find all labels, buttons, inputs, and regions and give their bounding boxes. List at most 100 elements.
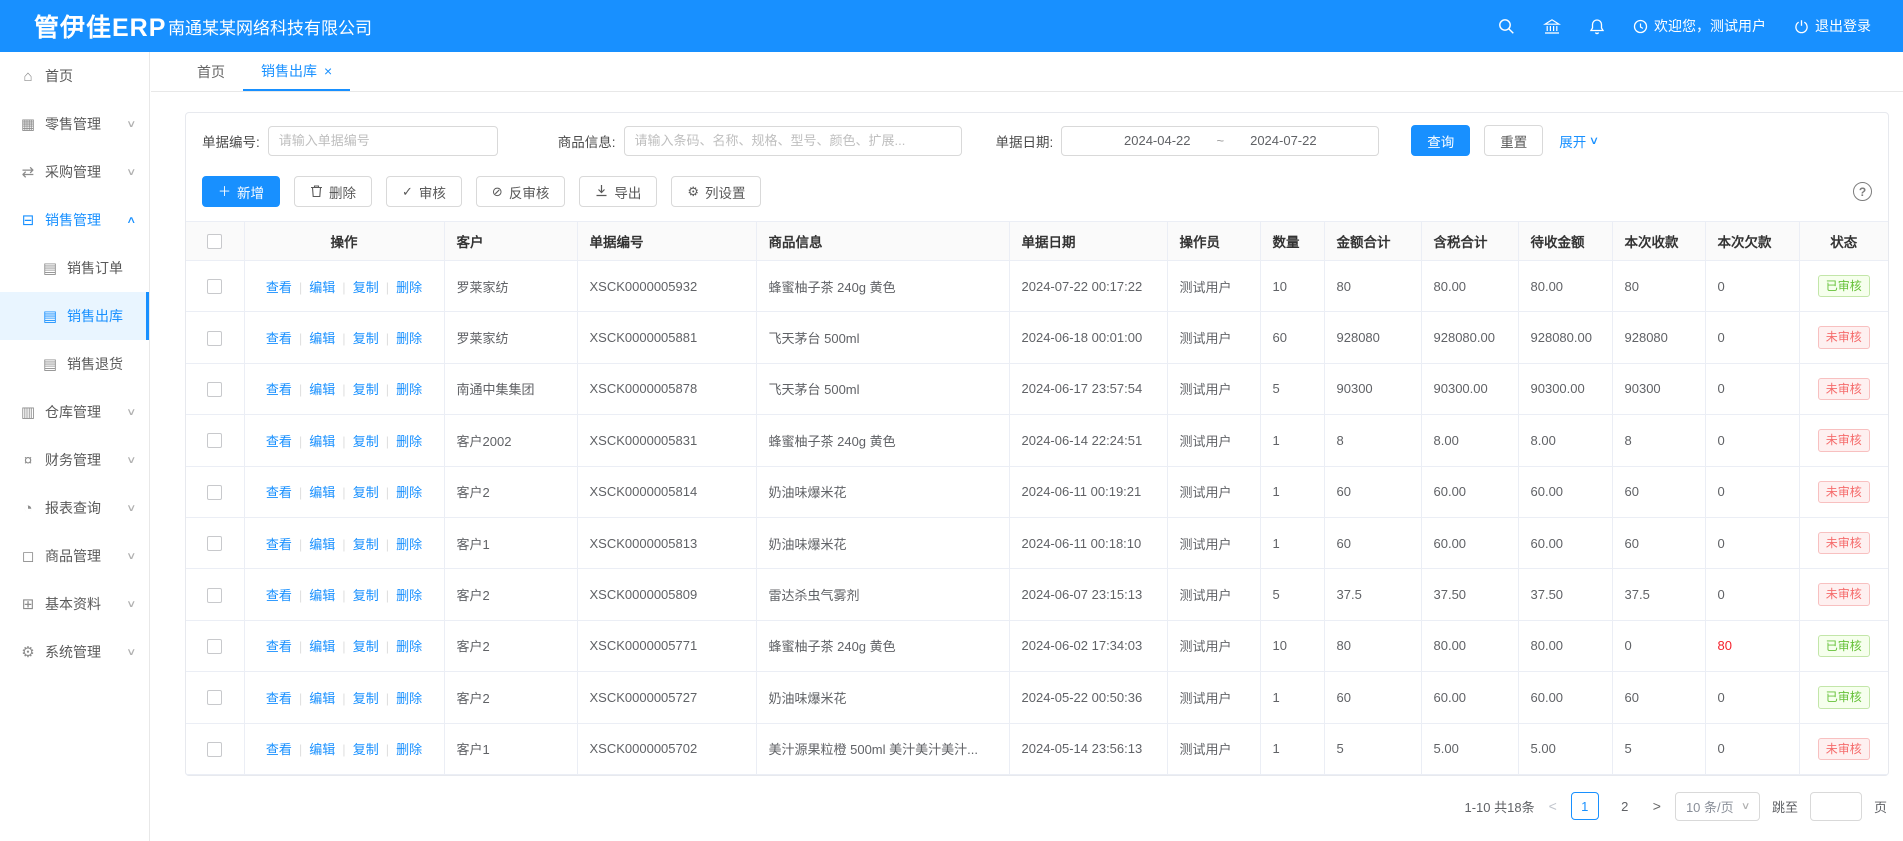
action-view[interactable]: 查看 bbox=[266, 639, 292, 654]
action-view[interactable]: 查看 bbox=[266, 331, 292, 346]
page-button-1[interactable]: 1 bbox=[1571, 792, 1599, 820]
product-info-input[interactable] bbox=[624, 126, 962, 156]
row-checkbox[interactable] bbox=[207, 382, 222, 397]
page-button-2[interactable]: 2 bbox=[1611, 792, 1639, 820]
help-icon[interactable]: ? bbox=[1853, 182, 1872, 201]
action-delete[interactable]: 删除 bbox=[396, 485, 422, 500]
sidebar-item-home[interactable]: ⌂首页 bbox=[0, 52, 149, 100]
action-copy[interactable]: 复制 bbox=[353, 382, 379, 397]
action-delete[interactable]: 删除 bbox=[396, 382, 422, 397]
action-view[interactable]: 查看 bbox=[266, 691, 292, 706]
sidebar-item-warehouse[interactable]: ▥仓库管理∨ bbox=[0, 388, 149, 436]
action-view[interactable]: 查看 bbox=[266, 280, 292, 295]
bell-icon[interactable] bbox=[1589, 18, 1605, 35]
action-copy[interactable]: 复制 bbox=[353, 434, 379, 449]
tab-home[interactable]: 首页 bbox=[179, 52, 243, 91]
action-delete[interactable]: 删除 bbox=[396, 537, 422, 552]
search-icon[interactable] bbox=[1498, 18, 1515, 35]
unaudit-button[interactable]: ⊘ 反审核 bbox=[476, 176, 565, 207]
row-checkbox[interactable] bbox=[207, 279, 222, 294]
action-copy[interactable]: 复制 bbox=[353, 485, 379, 500]
action-separator: | bbox=[386, 639, 389, 654]
date-from-value[interactable]: 2024-04-22 bbox=[1124, 133, 1191, 148]
logout-button[interactable]: 退出登录 bbox=[1794, 16, 1871, 36]
doc-icon: ▤ bbox=[42, 307, 58, 325]
action-delete[interactable]: 删除 bbox=[396, 331, 422, 346]
action-edit[interactable]: 编辑 bbox=[309, 382, 335, 397]
date-to-value[interactable]: 2024-07-22 bbox=[1250, 133, 1317, 148]
action-edit[interactable]: 编辑 bbox=[309, 485, 335, 500]
action-delete[interactable]: 删除 bbox=[396, 434, 422, 449]
action-view[interactable]: 查看 bbox=[266, 382, 292, 397]
action-view[interactable]: 查看 bbox=[266, 485, 292, 500]
sidebar-item-finance[interactable]: ¤财务管理∨ bbox=[0, 436, 149, 484]
sidebar-item-sales[interactable]: ⊟销售管理∧ bbox=[0, 196, 149, 244]
action-edit[interactable]: 编辑 bbox=[309, 588, 335, 603]
reset-button[interactable]: 重置 bbox=[1484, 125, 1543, 156]
sidebar-item-purchase[interactable]: ⇄采购管理∨ bbox=[0, 148, 149, 196]
action-copy[interactable]: 复制 bbox=[353, 331, 379, 346]
action-edit[interactable]: 编辑 bbox=[309, 434, 335, 449]
row-checkbox[interactable] bbox=[207, 690, 222, 705]
welcome-user[interactable]: 欢迎您，测试用户 bbox=[1633, 16, 1766, 36]
close-icon[interactable]: × bbox=[324, 63, 332, 79]
action-delete[interactable]: 删除 bbox=[396, 742, 422, 757]
action-copy[interactable]: 复制 bbox=[353, 742, 379, 757]
sidebar-item-basic-data[interactable]: ⊞基本资料∨ bbox=[0, 580, 149, 628]
action-copy[interactable]: 复制 bbox=[353, 588, 379, 603]
action-edit[interactable]: 编辑 bbox=[309, 537, 335, 552]
column-settings-button[interactable]: ⚙ 列设置 bbox=[671, 176, 761, 207]
action-view[interactable]: 查看 bbox=[266, 537, 292, 552]
action-view[interactable]: 查看 bbox=[266, 742, 292, 757]
search-button[interactable]: 查询 bbox=[1411, 125, 1470, 156]
audit-button[interactable]: ✓ 审核 bbox=[386, 176, 462, 207]
action-delete[interactable]: 删除 bbox=[396, 588, 422, 603]
action-view[interactable]: 查看 bbox=[266, 434, 292, 449]
sidebar-item-sales-order[interactable]: ▤销售订单 bbox=[0, 244, 149, 292]
action-edit[interactable]: 编辑 bbox=[309, 280, 335, 295]
sidebar-item-goods[interactable]: ◻商品管理∨ bbox=[0, 532, 149, 580]
action-view[interactable]: 查看 bbox=[266, 588, 292, 603]
action-copy[interactable]: 复制 bbox=[353, 280, 379, 295]
action-delete[interactable]: 删除 bbox=[396, 280, 422, 295]
next-page-button[interactable]: > bbox=[1651, 798, 1663, 814]
action-copy[interactable]: 复制 bbox=[353, 537, 379, 552]
row-checkbox[interactable] bbox=[207, 536, 222, 551]
action-edit[interactable]: 编辑 bbox=[309, 742, 335, 757]
row-checkbox[interactable] bbox=[207, 742, 222, 757]
jump-input[interactable] bbox=[1810, 792, 1862, 821]
row-checkbox[interactable] bbox=[207, 639, 222, 654]
sidebar-item-system[interactable]: ⚙系统管理∨ bbox=[0, 628, 149, 676]
row-checkbox[interactable] bbox=[207, 331, 222, 346]
welcome-text: 欢迎您，测试用户 bbox=[1654, 16, 1766, 36]
sidebar-item-label: 商品管理 bbox=[45, 546, 101, 566]
row-checkbox[interactable] bbox=[207, 433, 222, 448]
row-checkbox[interactable] bbox=[207, 588, 222, 603]
delete-button[interactable]: 删除 bbox=[294, 176, 372, 207]
action-delete[interactable]: 删除 bbox=[396, 691, 422, 706]
add-button[interactable]: ＋ 新增 bbox=[202, 176, 280, 207]
page-size-select[interactable]: 10 条/页 ∨ bbox=[1675, 792, 1760, 821]
export-button[interactable]: 导出 bbox=[579, 176, 657, 207]
action-copy[interactable]: 复制 bbox=[353, 691, 379, 706]
sidebar-item-label: 仓库管理 bbox=[45, 402, 101, 422]
chevron-down-icon: ∨ bbox=[126, 119, 153, 130]
sidebar-item-sales-return[interactable]: ▤销售退货 bbox=[0, 340, 149, 388]
prev-page-button[interactable]: < bbox=[1547, 798, 1559, 814]
action-delete[interactable]: 删除 bbox=[396, 639, 422, 654]
sidebar-item-retail[interactable]: ▦零售管理∨ bbox=[0, 100, 149, 148]
action-edit[interactable]: 编辑 bbox=[309, 639, 335, 654]
sidebar-item-sales-outbound[interactable]: ▤销售出库 bbox=[0, 292, 149, 340]
expand-toggle[interactable]: 展开 ∨ bbox=[1559, 131, 1598, 151]
row-checkbox[interactable] bbox=[207, 485, 222, 500]
column-header: 单据日期 bbox=[1009, 222, 1167, 261]
date-range-picker[interactable]: 2024-04-22 ~ 2024-07-22 bbox=[1061, 126, 1379, 156]
action-copy[interactable]: 复制 bbox=[353, 639, 379, 654]
select-all-checkbox[interactable] bbox=[207, 234, 222, 249]
tab-sales-outbound[interactable]: 销售出库 × bbox=[243, 52, 350, 91]
action-edit[interactable]: 编辑 bbox=[309, 331, 335, 346]
bank-icon[interactable] bbox=[1543, 18, 1561, 35]
doc-no-input[interactable] bbox=[268, 126, 498, 156]
sidebar-item-report[interactable]: ◔报表查询∨ bbox=[0, 484, 149, 532]
action-edit[interactable]: 编辑 bbox=[309, 691, 335, 706]
